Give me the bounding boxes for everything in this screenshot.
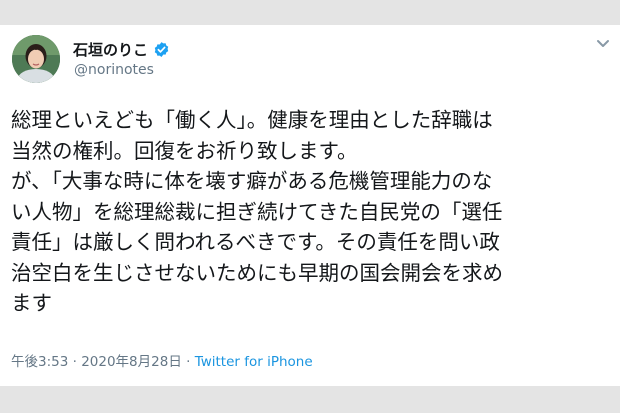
tweet-source-link[interactable]: Twitter for iPhone — [195, 354, 313, 370]
meta-separator: · — [68, 354, 82, 370]
tweet-time[interactable]: 午後3:53 — [11, 354, 68, 370]
tweet-text-line: ます — [11, 291, 52, 315]
tweet-text-line: 総理といえども「働く人」。健康を理由とした辞職は — [11, 108, 493, 132]
tweet-text-line: 当然の権利。回復をお祈り致します。 — [11, 138, 358, 163]
tweet-text-line: 治空白を生じさせないためにも早期の国会開会を求め — [11, 260, 503, 285]
avatar-image — [12, 35, 60, 83]
author-handle[interactable]: @norinotes — [74, 62, 154, 78]
tweet-text: 総理といえども「働く人」。健康を理由とした辞職は 当然の権利。回復をお祈り致しま… — [11, 105, 611, 319]
tweet-text-line: 責任」は厳しく問われるべきです。その責任を問い政 — [11, 230, 500, 254]
author-name-row[interactable]: 石垣のりこ — [73, 39, 170, 59]
meta-separator: · — [181, 354, 195, 370]
display-name[interactable]: 石垣のりこ — [73, 39, 148, 60]
tweet-text-line: が、「大事な時に体を壊す癖がある危機管理能力のな — [11, 169, 493, 193]
tweet-date[interactable]: 2020年8月28日 — [81, 354, 182, 370]
tweet-text-line: い人物」を総理総裁に担ぎ続けてきた自民党の「選任 — [11, 199, 503, 224]
chevron-down-icon[interactable] — [596, 39, 610, 49]
verified-badge-icon — [154, 41, 169, 57]
tweet-metadata: 午後3:53 · 2020年8月28日 · Twitter for iPhone — [11, 350, 313, 370]
tweet-card: 石垣のりこ @norinotes 総理といえども「働く人」。健康を理由とした辞職… — [0, 25, 620, 386]
avatar[interactable] — [12, 35, 60, 83]
